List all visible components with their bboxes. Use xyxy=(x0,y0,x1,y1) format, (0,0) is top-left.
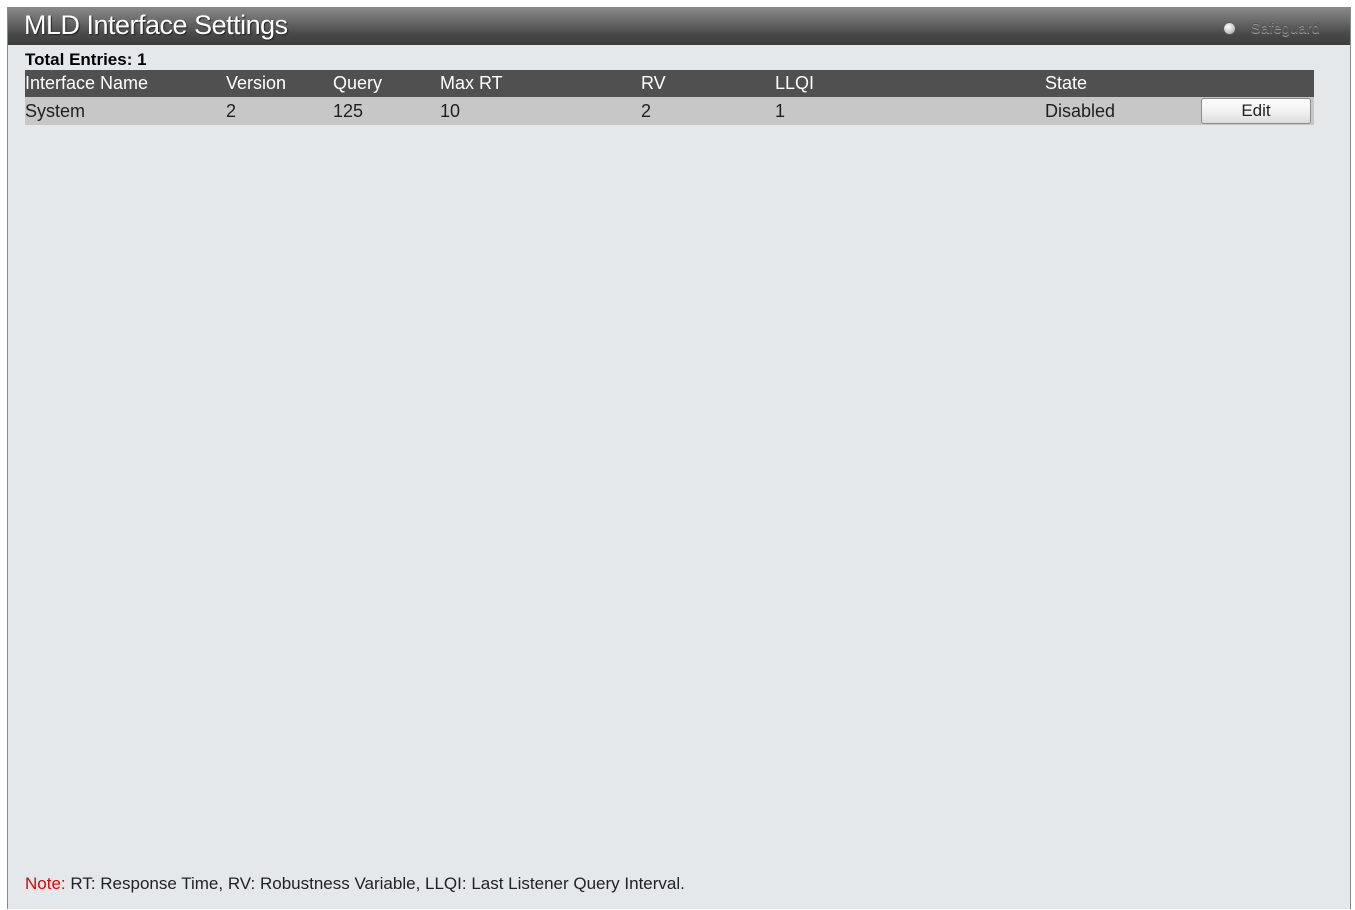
cell-llqi: 1 xyxy=(775,97,1045,125)
safeguard-indicator[interactable]: Safeguard xyxy=(1222,20,1320,37)
column-header-interface-name: Interface Name xyxy=(25,70,226,97)
title-bar: MLD Interface Settings Safeguard xyxy=(8,7,1350,45)
content-frame: MLD Interface Settings Safeguard Total E… xyxy=(7,7,1351,909)
column-header-action xyxy=(1201,70,1314,97)
column-header-query: Query xyxy=(333,70,440,97)
table-row: System 2 125 10 2 1 Disabled Edit xyxy=(25,97,1314,125)
cell-interface-name: System xyxy=(25,97,226,125)
column-header-rv: RV xyxy=(641,70,775,97)
cell-query: 125 xyxy=(333,97,440,125)
note: Note: RT: Response Time, RV: Robustness … xyxy=(25,874,685,894)
cell-state: Disabled xyxy=(1045,97,1201,125)
cell-action: Edit xyxy=(1201,97,1314,125)
table-header-row: Interface Name Version Query Max RT RV L… xyxy=(25,70,1314,97)
mld-interface-table: Interface Name Version Query Max RT RV L… xyxy=(25,70,1314,125)
column-header-llqi: LLQI xyxy=(775,70,1045,97)
safeguard-label: Safeguard xyxy=(1250,20,1320,37)
note-text: RT: Response Time, RV: Robustness Variab… xyxy=(65,874,685,893)
note-label: Note: xyxy=(25,874,66,893)
cell-max-rt: 10 xyxy=(440,97,641,125)
total-entries: Total Entries: 1 xyxy=(25,50,147,69)
column-header-max-rt: Max RT xyxy=(440,70,641,97)
column-header-state: State xyxy=(1045,70,1201,97)
page-title: MLD Interface Settings xyxy=(24,10,288,40)
cell-version: 2 xyxy=(226,97,333,125)
edit-button[interactable]: Edit xyxy=(1201,98,1311,124)
safeguard-status-icon xyxy=(1222,22,1236,35)
cell-rv: 2 xyxy=(641,97,775,125)
column-header-version: Version xyxy=(226,70,333,97)
